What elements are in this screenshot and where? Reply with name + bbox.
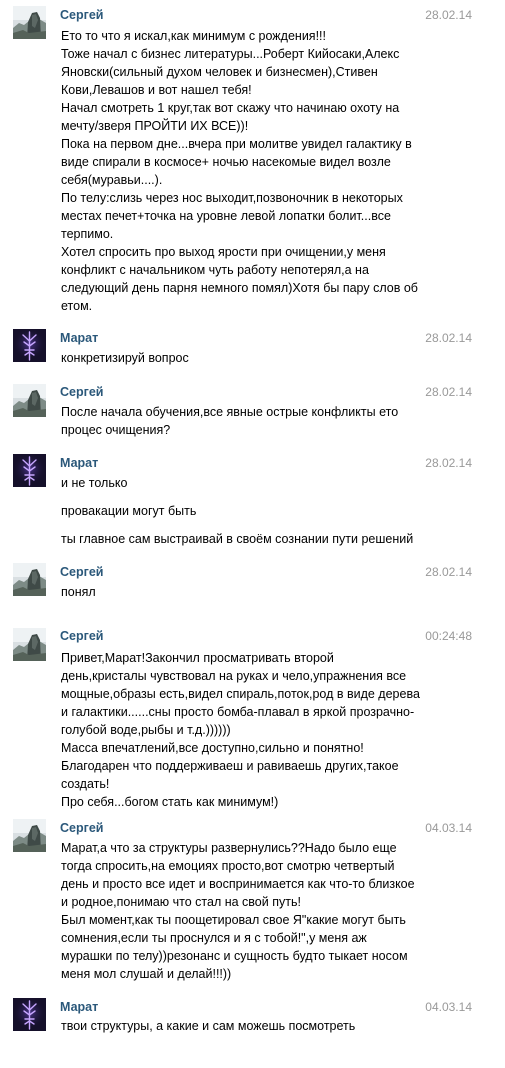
rock-landscape-avatar-icon (13, 628, 46, 661)
message-text: Привет,Марат!Закончил просматривать втор… (61, 651, 420, 809)
message-date: 04.03.14 (425, 821, 472, 835)
author-name[interactable]: Сергей (60, 820, 103, 836)
message-text: конкретизируй вопрос (61, 351, 189, 365)
purple-trident-symbol-avatar-icon (13, 329, 46, 362)
rock-landscape-avatar-icon (13, 6, 46, 39)
message-text: и не только (61, 476, 128, 490)
purple-trident-symbol-avatar-icon (13, 454, 46, 487)
message-text: Марат,а что за структуры развернулись??Н… (61, 841, 415, 981)
message-text: твои структуры, а какие и сам можешь пос… (61, 1019, 356, 1033)
rock-landscape-avatar-icon (13, 563, 46, 596)
message-date: 28.02.14 (425, 456, 472, 470)
message-text: понял (61, 585, 96, 599)
message-date: 28.02.14 (425, 385, 472, 399)
avatar[interactable] (13, 454, 46, 487)
purple-trident-symbol-avatar-icon (13, 998, 46, 1031)
rock-landscape-avatar-icon (13, 384, 46, 417)
message-text: После начала обучения,все явные острые к… (61, 405, 402, 437)
message-text-extra: ты главное сам выстраивай в своём сознан… (61, 532, 414, 546)
avatar[interactable] (13, 563, 46, 596)
avatar[interactable] (13, 998, 46, 1031)
author-name[interactable]: Марат (60, 330, 98, 346)
author-name[interactable]: Сергей (60, 628, 103, 644)
message-date: 28.02.14 (425, 565, 472, 579)
avatar[interactable] (13, 628, 46, 661)
author-name[interactable]: Марат (60, 999, 98, 1015)
avatar[interactable] (13, 6, 46, 39)
rock-landscape-avatar-icon (13, 819, 46, 852)
author-name[interactable]: Сергей (60, 7, 103, 23)
message-date: 28.02.14 (425, 8, 472, 22)
message-date: 04.03.14 (425, 1000, 472, 1014)
avatar[interactable] (13, 819, 46, 852)
message-date: 00:24:48 (425, 629, 472, 643)
author-name[interactable]: Сергей (60, 384, 103, 400)
avatar[interactable] (13, 329, 46, 362)
message-date: 28.02.14 (425, 331, 472, 345)
author-name[interactable]: Сергей (60, 564, 103, 580)
message-text-extra: провакации могут быть (61, 504, 197, 518)
author-name[interactable]: Марат (60, 455, 98, 471)
message-text: Ето то что я искал,как минимум с рождени… (61, 29, 418, 313)
avatar[interactable] (13, 384, 46, 417)
